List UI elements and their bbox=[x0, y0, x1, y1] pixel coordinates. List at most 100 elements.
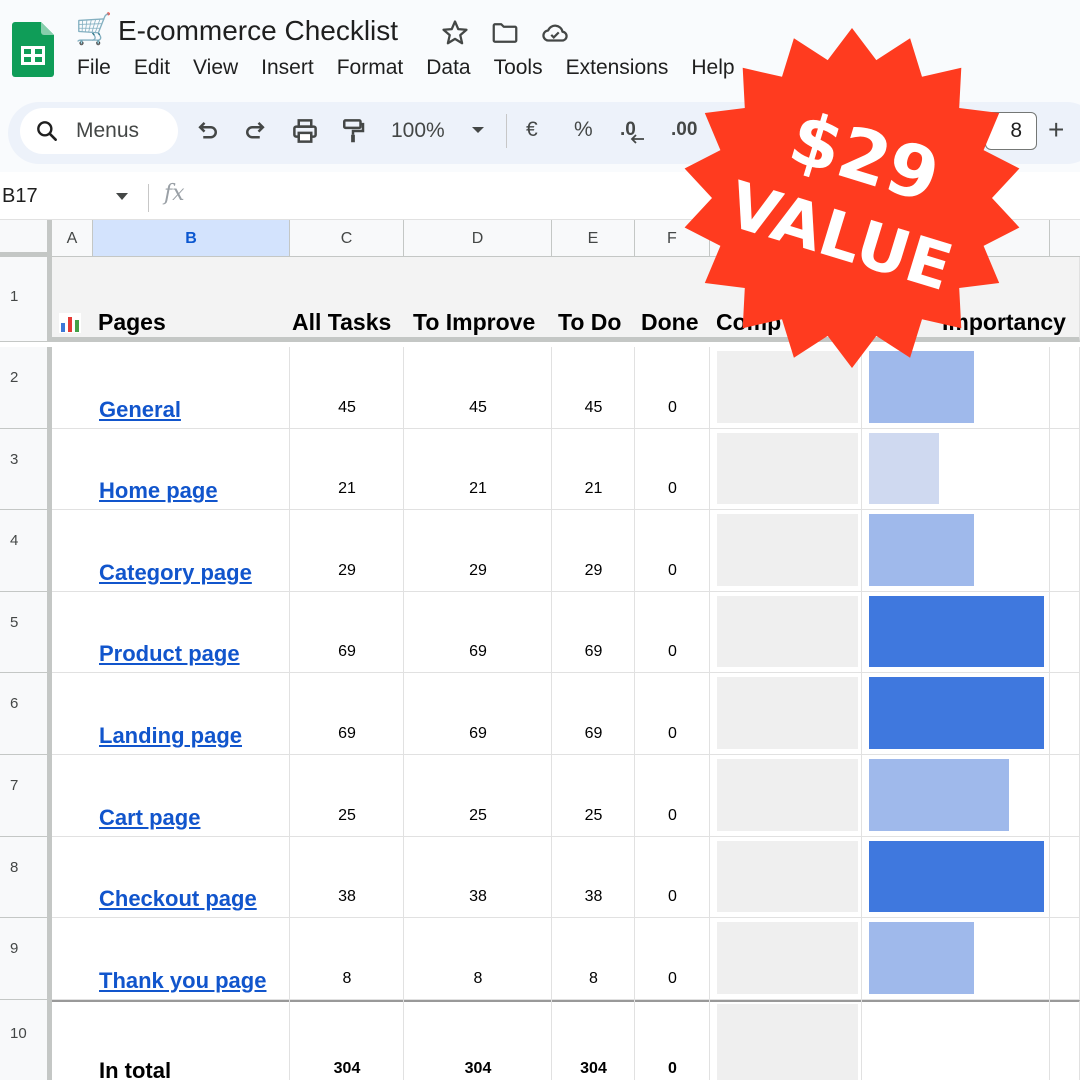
page-link[interactable]: Thank you page bbox=[99, 968, 266, 994]
page-link[interactable]: Landing page bbox=[99, 723, 242, 749]
count-todo: 8 bbox=[589, 969, 598, 987]
column-gridline bbox=[861, 836, 862, 919]
redo-icon[interactable] bbox=[241, 116, 271, 146]
page-link[interactable]: Home page bbox=[99, 478, 218, 504]
row-header[interactable]: 7 bbox=[0, 755, 52, 837]
column-gridline bbox=[1049, 428, 1050, 511]
count-improve: 69 bbox=[469, 725, 487, 742]
row-header[interactable]: 2 bbox=[0, 347, 52, 429]
count-improve: 69 bbox=[469, 643, 487, 661]
menu-data[interactable]: Data bbox=[426, 54, 481, 84]
menu-view[interactable]: View bbox=[193, 54, 249, 84]
row-header[interactable]: 8 bbox=[0, 836, 52, 919]
importance-bar bbox=[869, 677, 1044, 749]
star-icon[interactable] bbox=[440, 18, 470, 48]
name-box[interactable]: B17 bbox=[2, 183, 38, 209]
completion-progress-bar bbox=[717, 922, 858, 994]
search-icon bbox=[37, 121, 57, 141]
google-sheets-logo-icon[interactable] bbox=[12, 22, 54, 77]
row-header[interactable]: 10 bbox=[0, 999, 52, 1080]
row-header-1[interactable]: 1 bbox=[0, 257, 52, 342]
importance-bar bbox=[869, 759, 1009, 831]
column-header-i[interactable] bbox=[1050, 220, 1080, 257]
completion-progress-bar bbox=[717, 432, 858, 505]
importance-bar bbox=[869, 514, 974, 586]
row-header[interactable]: 9 bbox=[0, 918, 52, 1000]
menu-insert[interactable]: Insert bbox=[261, 54, 325, 84]
completion-progress-bar bbox=[717, 1003, 858, 1080]
count-todo: 21 bbox=[584, 480, 603, 498]
cart-emoji-icon: 🛒 bbox=[75, 13, 113, 46]
count-done: 0 bbox=[668, 806, 677, 824]
importance-bar bbox=[869, 922, 974, 994]
count-improve: 8 bbox=[473, 969, 483, 987]
price-value-badge: $29 VALUE bbox=[684, 28, 1020, 368]
menu-format[interactable]: Format bbox=[337, 54, 415, 84]
zoom-select[interactable]: 100% bbox=[391, 117, 445, 145]
document-title[interactable]: E-commerce Checklist bbox=[118, 14, 398, 48]
count-todo: 29 bbox=[584, 561, 603, 579]
count-done: 0 bbox=[668, 1059, 677, 1077]
completion-progress-bar bbox=[717, 840, 858, 913]
column-gridline bbox=[861, 673, 862, 755]
totals-label: In total bbox=[99, 1057, 172, 1080]
name-box-caret-icon[interactable] bbox=[115, 192, 129, 202]
select-all-corner[interactable] bbox=[0, 220, 52, 257]
importance-bar bbox=[869, 595, 1044, 668]
count-todo: 38 bbox=[584, 888, 603, 906]
column-gridline bbox=[861, 591, 862, 674]
header-pages: Pages bbox=[98, 309, 166, 335]
count-all: 69 bbox=[338, 725, 356, 742]
column-header-d[interactable]: D bbox=[404, 220, 552, 257]
count-all: 8 bbox=[342, 969, 352, 987]
column-header-a[interactable]: A bbox=[52, 220, 93, 257]
currency-format-button[interactable]: € bbox=[526, 116, 538, 144]
paint-format-icon[interactable] bbox=[338, 116, 368, 146]
count-all: 38 bbox=[338, 888, 356, 906]
count-improve: 29 bbox=[469, 561, 487, 579]
page-link[interactable]: Cart page bbox=[99, 805, 200, 831]
search-menus-label[interactable]: Menus bbox=[76, 117, 139, 145]
column-header-b[interactable]: B bbox=[93, 220, 290, 257]
menu-tools[interactable]: Tools bbox=[494, 54, 554, 84]
row-header[interactable]: 6 bbox=[0, 673, 52, 755]
count-all: 21 bbox=[338, 480, 356, 498]
formula-divider bbox=[148, 184, 149, 212]
toolbar-divider bbox=[506, 114, 507, 148]
row-header[interactable]: 3 bbox=[0, 428, 52, 511]
decrease-decimal-arrow-icon bbox=[630, 134, 644, 144]
count-improve: 45 bbox=[469, 398, 487, 416]
column-gridline bbox=[1049, 347, 1050, 429]
print-icon[interactable] bbox=[290, 116, 320, 146]
column-gridline bbox=[1049, 836, 1050, 919]
menu-file[interactable]: File bbox=[77, 54, 122, 84]
menu-extensions[interactable]: Extensions bbox=[566, 54, 680, 84]
increase-font-size-button[interactable]: + bbox=[1048, 112, 1064, 148]
count-done: 0 bbox=[668, 725, 677, 742]
completion-progress-bar bbox=[717, 595, 858, 668]
count-all: 69 bbox=[338, 643, 356, 661]
menu-edit[interactable]: Edit bbox=[134, 54, 181, 84]
page-link[interactable]: General bbox=[99, 397, 181, 423]
page-link[interactable]: Category page bbox=[99, 560, 252, 586]
move-folder-icon[interactable] bbox=[490, 18, 520, 48]
count-todo: 25 bbox=[584, 806, 603, 824]
count-todo: 45 bbox=[584, 398, 603, 416]
column-gridline bbox=[861, 755, 862, 837]
count-done: 0 bbox=[668, 398, 677, 416]
percent-format-button[interactable]: % bbox=[574, 116, 593, 144]
cloud-saved-icon[interactable] bbox=[540, 18, 570, 48]
zoom-caret-icon[interactable] bbox=[468, 120, 488, 140]
row-header[interactable]: 5 bbox=[0, 591, 52, 674]
column-gridline bbox=[1049, 510, 1050, 592]
row-header[interactable]: 4 bbox=[0, 510, 52, 592]
count-done: 0 bbox=[668, 480, 677, 498]
page-link[interactable]: Checkout page bbox=[99, 886, 257, 912]
column-header-c[interactable]: C bbox=[290, 220, 404, 257]
page-link[interactable]: Product page bbox=[99, 641, 240, 667]
column-header-e[interactable]: E bbox=[552, 220, 635, 257]
column-gridline bbox=[861, 428, 862, 511]
undo-icon[interactable] bbox=[192, 116, 222, 146]
header-to-improve: To Improve bbox=[413, 309, 536, 335]
count-all: 25 bbox=[338, 806, 356, 824]
